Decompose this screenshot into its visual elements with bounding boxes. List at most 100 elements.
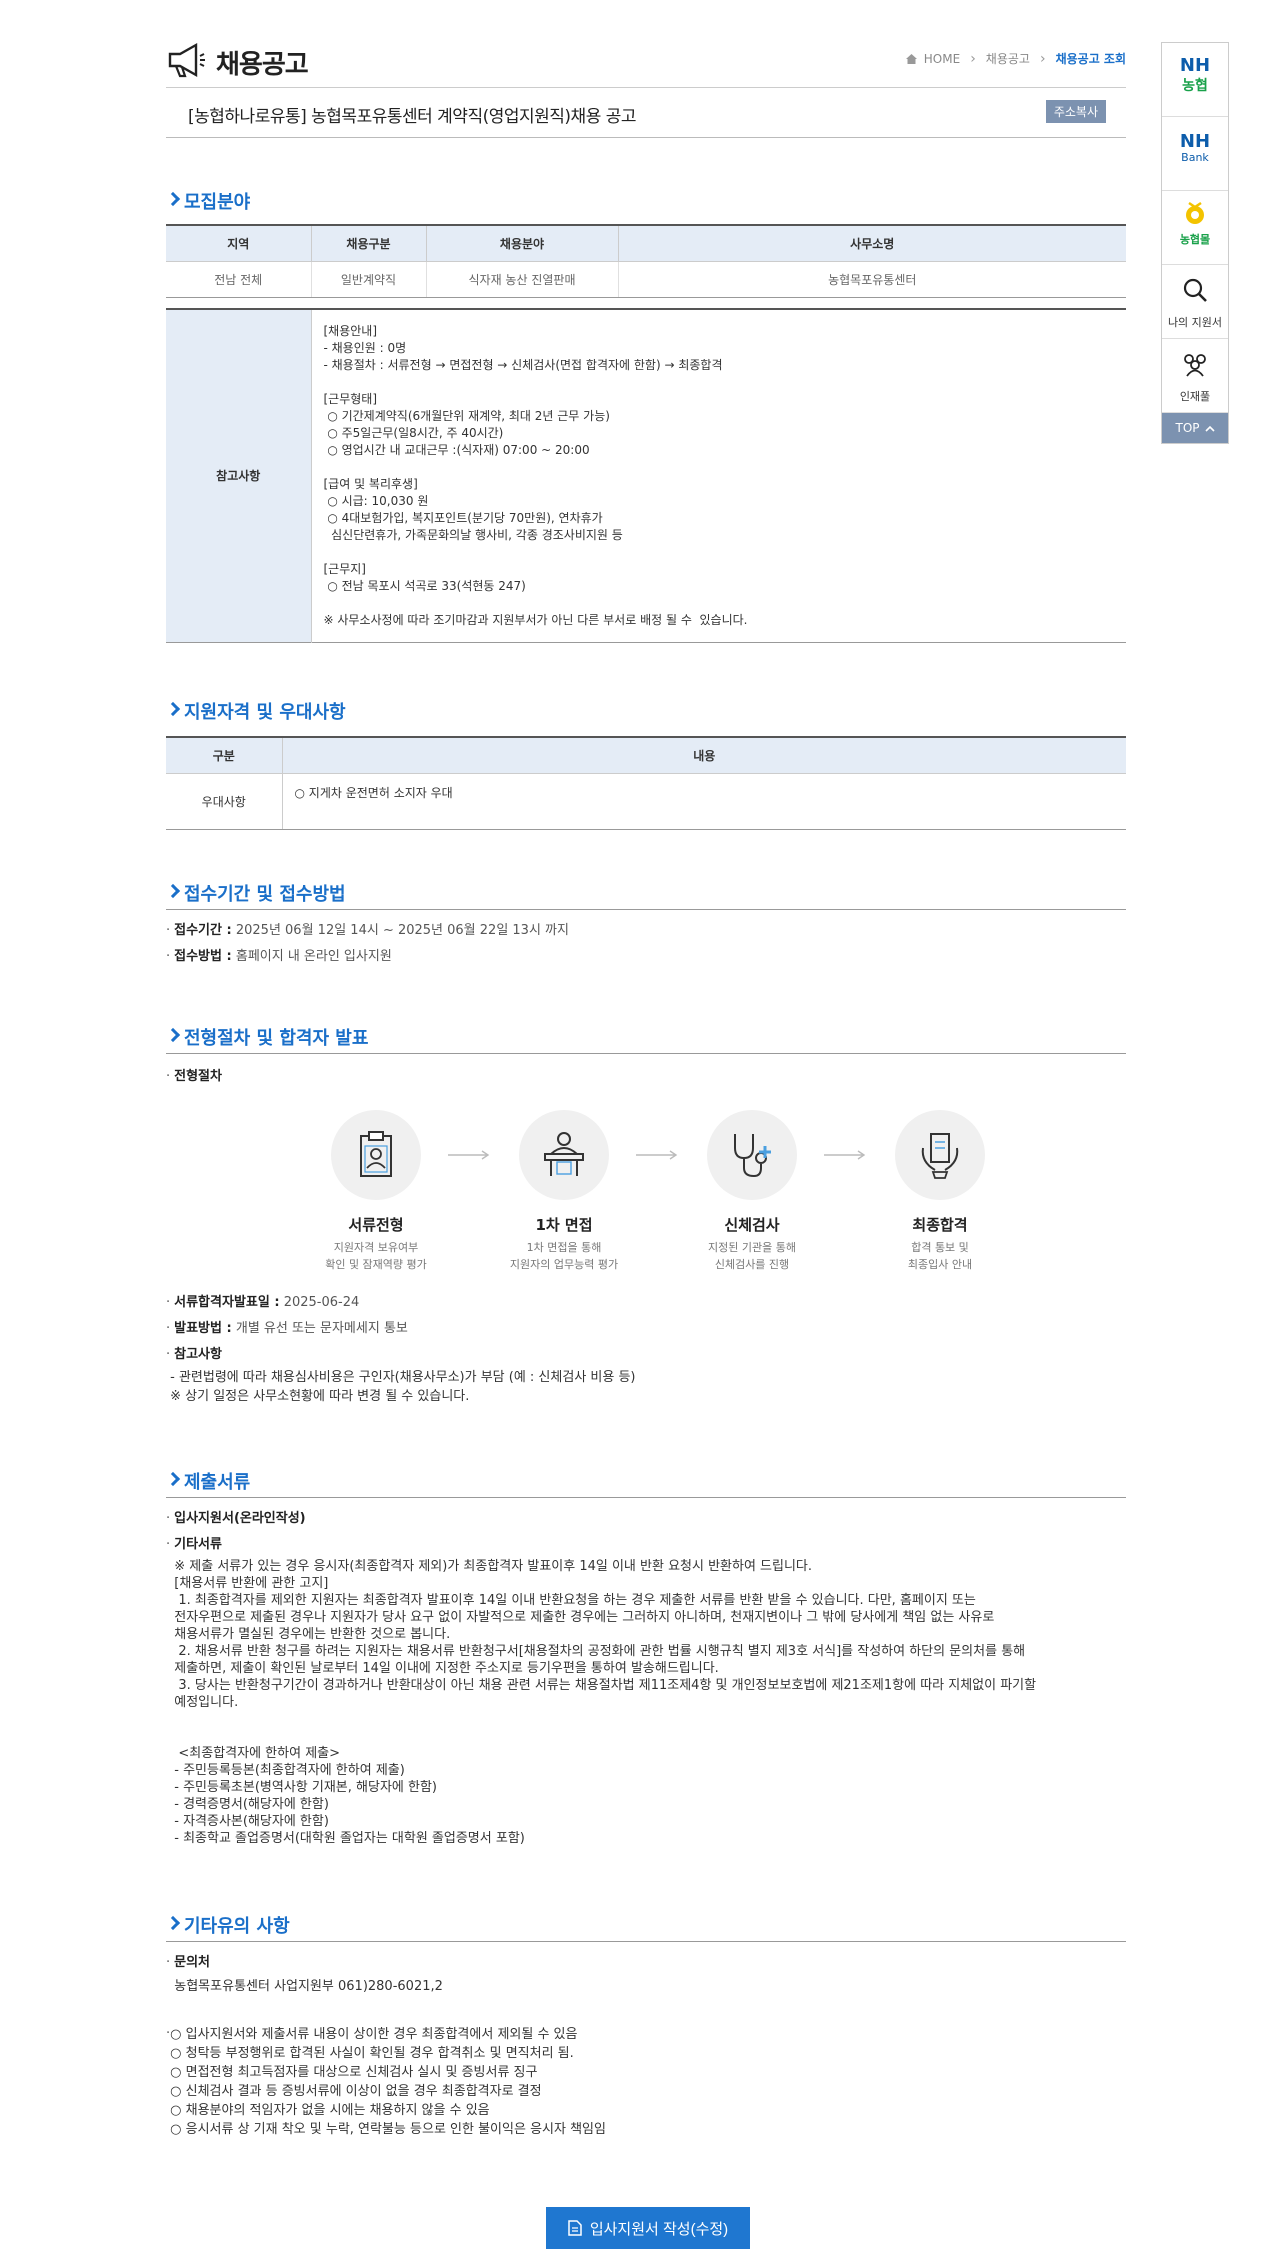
arrow-right-icon [824, 1150, 866, 1160]
post-title-bar: [농협하나로유통] 농협목포유통센터 계약직(영업지원직)채용 공고 주소복사 [166, 88, 1126, 138]
step-name: 최종합격 [912, 1216, 968, 1234]
list-item: · 참고사항 [166, 1347, 222, 1362]
nh-bank-logo: NH [1179, 131, 1211, 152]
step-name: 1차 면접 [535, 1216, 593, 1234]
qualification-section: 지원자격 및 우대사항 구분 내용 우대사항 ○ 지게차 운전면허 소지자 우대 [166, 698, 1126, 830]
quick-menu: NH 농협 NH Bank 농협몰 나의 지원서 인재풀 TOP [1161, 42, 1229, 444]
recruit-section: 모집분야 지역 채용구분 채용분야 사무소명 전남 전체 일반계약직 식자재 농… [166, 188, 1126, 643]
arrow-right-icon [636, 1150, 678, 1160]
col-office: 사무소명 [617, 224, 1126, 262]
etc-notes-block: · ○ 입사지원서와 제출서류 내용이 상이한 경우 최종합격에서 제외될 수 … [166, 2025, 1126, 2139]
certificate-icon [895, 1110, 985, 1200]
documents-text: ※ 제출 서류가 있는 경우 응시자(최종합격자 제외)가 최종합격자 발표이후… [174, 1559, 1037, 1846]
process-section: 전형절차 및 합격자 발표 · 전형절차 [166, 1024, 1126, 1090]
copy-address-button[interactable]: 주소복사 [1045, 100, 1106, 123]
nh-logo-sub: 농협 [1182, 78, 1208, 94]
col-content: 내용 [281, 736, 1126, 774]
list-item: · 입사지원서(온라인작성) [166, 1511, 306, 1526]
documents-list: · 입사지원서(온라인작성) · 기타서류 [166, 1506, 1126, 1558]
list-item: · 접수방법 : 홈페이지 내 온라인 입사지원 [166, 949, 392, 964]
documents-section: 제출서류 · 입사지원서(온라인작성) · 기타서류 ※ 제출 서류가 있는 경우 … [166, 1468, 1126, 1847]
note-content: [채용안내] - 채용인원 : 0명 - 채용절차 : 서류전형 → 면접전형 … [323, 323, 748, 627]
doc-result-value: 2025-06-24 [283, 1295, 360, 1310]
step-desc: 지원자격 보유여부 확인 및 잠재역량 평가 [325, 1241, 427, 1271]
quick-nh-nonghyup[interactable]: NH 농협 [1162, 43, 1228, 117]
step-document: 서류전형 지원자격 보유여부 확인 및 잠재역량 평가 [306, 1110, 446, 1273]
clipboard-icon [331, 1110, 421, 1200]
note-label: 참고사항 [166, 308, 312, 643]
section-heading: 모집분야 [166, 188, 1126, 218]
period-label: 접수기간 : [174, 923, 232, 938]
quick-nh-bank[interactable]: NH Bank [1162, 117, 1228, 191]
cell-office: 농협목포유통센터 [617, 261, 1126, 298]
list-item: · 문의처 [166, 1955, 211, 1970]
section-heading: 지원자격 및 우대사항 [166, 698, 1126, 728]
cell-field: 식자재 농산 진열판매 [425, 261, 618, 298]
section-heading: 기타유의 사항 [166, 1912, 1126, 1942]
nh-mall-logo-icon [1186, 201, 1204, 224]
breadcrumb: HOME › 채용공고 › 채용공고 조회 [905, 50, 1126, 67]
doc-result-label: 서류합격자발표일 : [174, 1295, 280, 1310]
stethoscope-icon [707, 1110, 797, 1200]
col-category: 구분 [166, 736, 282, 774]
chevron-right-icon: › [970, 50, 976, 67]
breadcrumb-home[interactable]: HOME [924, 52, 960, 66]
contact-label: 문의처 [174, 1955, 211, 1970]
step-name: 신체검사 [724, 1216, 780, 1234]
process-steps: 서류전형 지원자격 보유여부 확인 및 잠재역량 평가 1차 면접 1차 면접을… [306, 1110, 1066, 1280]
talent-pool-label: 인재풀 [1179, 390, 1211, 403]
col-region: 지역 [166, 224, 311, 262]
interview-icon [519, 1110, 609, 1200]
cell-content: ○ 지게차 운전면허 소지자 우대 [282, 773, 1126, 830]
section-heading: 제출서류 [166, 1468, 1126, 1498]
step-physical: 신체검사 지정된 기관을 통해 신체검사를 진행 [682, 1110, 822, 1273]
table-row: 전남 전체 일반계약직 식자재 농산 진열판매 농협목포유통센터 [166, 261, 1126, 298]
contact-value: 농협목포유통센터 사업지원부 061)280-6021,2 [166, 1979, 443, 1994]
doc-item-2: 기타서류 [174, 1537, 222, 1552]
people-icon [1184, 354, 1206, 377]
list-item: · 서류합격자발표일 : 2025-06-24 [166, 1295, 360, 1310]
ref-label: 참고사항 [174, 1347, 222, 1362]
cell-label: 우대사항 [166, 773, 283, 830]
home-icon[interactable] [905, 53, 918, 65]
search-icon [1183, 278, 1207, 302]
apply-form-button[interactable]: 입사지원서 작성(수정) [546, 2207, 750, 2249]
quick-my-application[interactable]: 나의 지원서 [1162, 265, 1228, 339]
page-header: 채용공고 HOME › 채용공고 › 채용공고 조회 [166, 40, 1126, 88]
announce-value: 개별 유선 또는 문자메세지 통보 [235, 1321, 408, 1336]
etc-notes: ○ 입사지원서와 제출서류 내용이 상이한 경우 최종합격에서 제외될 수 있음… [170, 2027, 606, 2137]
list-item: · 접수기간 : 2025년 06월 12일 14시 ~ 2025년 06월 22… [166, 923, 569, 938]
step-final: 최종합격 합격 통보 및 최종입사 안내 [870, 1110, 1010, 1273]
breadcrumb-recruit[interactable]: 채용공고 [986, 50, 1030, 67]
quick-talent-pool[interactable]: 인재풀 [1162, 339, 1228, 413]
method-value: 홈페이지 내 온라인 입사지원 [235, 949, 392, 964]
breadcrumb-current[interactable]: 채용공고 조회 [1056, 50, 1126, 67]
megaphone-icon [168, 42, 205, 78]
apply-button-label: 입사지원서 작성(수정) [589, 2220, 729, 2238]
step-desc: 합격 통보 및 최종입사 안내 [907, 1241, 973, 1271]
step-interview: 1차 면접 1차 면접을 통해 지원자의 업무능력 평가 [494, 1110, 634, 1273]
list-item: · 전형절차 [166, 1069, 222, 1084]
arrow-right-icon [448, 1150, 490, 1160]
recruit-table: 지역 채용구분 채용분야 사무소명 전남 전체 일반계약직 식자재 농산 진열판… [166, 224, 1126, 298]
method-label: 접수방법 : [174, 949, 232, 964]
period-value: 2025년 06월 12일 14시 ~ 2025년 06월 22일 13시 까지 [235, 923, 569, 938]
step-desc: 1차 면접을 통해 지원자의 업무능력 평가 [509, 1241, 619, 1271]
cell-region: 전남 전체 [166, 261, 311, 298]
document-icon [568, 2220, 582, 2236]
list-item: · 기타서류 [166, 1537, 222, 1552]
list-item: · 발표방법 : 개별 유선 또는 문자메세지 통보 [166, 1321, 408, 1336]
reception-list: · 접수기간 : 2025년 06월 12일 14시 ~ 2025년 06월 22… [166, 918, 1126, 970]
section-heading: 접수기간 및 접수방법 [166, 880, 1126, 910]
nh-bank-logo-sub: Bank [1181, 151, 1209, 164]
col-field: 채용분야 [425, 224, 618, 262]
process-sub-label: 전형절차 [174, 1069, 222, 1084]
table-row: 우대사항 ○ 지게차 운전면허 소지자 우대 [166, 773, 1126, 830]
step-desc: 지정된 기관을 통해 신체검사를 진행 [708, 1241, 796, 1271]
cell-type: 일반계약직 [310, 261, 426, 298]
quick-nh-mall[interactable]: 농협몰 [1162, 191, 1228, 265]
note-table: 참고사항 [채용안내] - 채용인원 : 0명 - 채용절차 : 서류전형 → … [166, 307, 1126, 643]
top-button[interactable]: TOP [1162, 413, 1228, 443]
page-title: 채용공고 [216, 50, 309, 80]
section-heading: 전형절차 및 합격자 발표 [166, 1024, 1126, 1054]
